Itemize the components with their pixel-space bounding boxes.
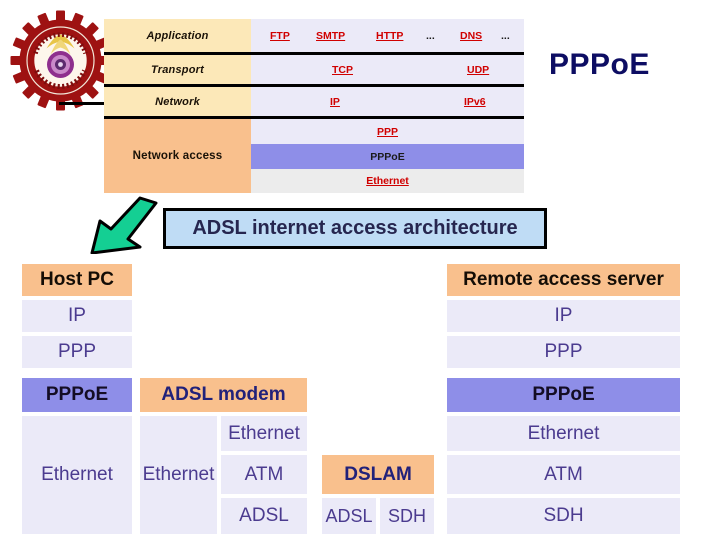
host-pc-layer-ethernet: Ethernet <box>22 416 132 534</box>
ras-layer-atm: ATM <box>447 455 680 494</box>
ras-layer-sdh: SDH <box>447 498 680 534</box>
host-pc-label: Host PC <box>22 264 132 296</box>
remote-access-server-label: Remote access server <box>447 264 680 296</box>
adsl-modem-layer-adsl: ADSL <box>221 498 307 534</box>
adsl-modem-label: ADSL modem <box>140 378 307 412</box>
ras-layer-ethernet: Ethernet <box>447 416 680 451</box>
host-pc-layer-pppoe: PPPoE <box>22 378 132 412</box>
architecture-diagram: Host PC IP PPP PPPoE Ethernet ADSL modem… <box>0 0 720 540</box>
dslam-layer-sdh: SDH <box>380 498 434 534</box>
adsl-modem-layer-ethernet-right: Ethernet <box>221 416 307 451</box>
dslam-label: DSLAM <box>322 455 434 494</box>
ras-layer-ip: IP <box>447 300 680 332</box>
host-pc-layer-ppp: PPP <box>22 336 132 368</box>
adsl-modem-layer-atm: ATM <box>221 455 307 494</box>
adsl-modem-layer-ethernet-left: Ethernet <box>140 416 217 534</box>
dslam-layer-adsl: ADSL <box>322 498 376 534</box>
ras-layer-pppoe: PPPoE <box>447 378 680 412</box>
ras-layer-ppp: PPP <box>447 336 680 368</box>
host-pc-layer-ip: IP <box>22 300 132 332</box>
